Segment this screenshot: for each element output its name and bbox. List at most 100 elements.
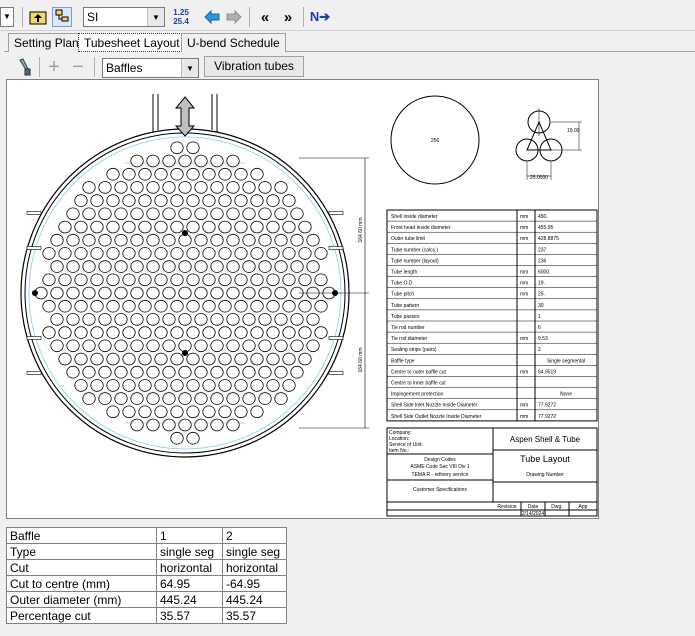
tube	[66, 339, 80, 353]
baffle-2-cell[interactable]: single seg	[222, 543, 287, 560]
properties-table: Shell inside diameter mm 450. Front head in…	[386, 209, 598, 422]
property-value: 19.	[538, 281, 545, 287]
tube	[90, 247, 104, 260]
baffle-results-table: Baffle 1 2 Type single seg single seg Cut horiz…	[6, 527, 287, 624]
tube	[234, 247, 248, 260]
property-name: Tube number (calcs.)	[391, 247, 438, 253]
tube	[210, 365, 224, 379]
tube	[90, 299, 104, 313]
tube	[234, 405, 248, 419]
tube	[266, 379, 280, 392]
tube	[298, 220, 312, 234]
tube	[178, 392, 192, 405]
tab-setting-plan[interactable]: Setting Plan	[8, 33, 85, 52]
row-label-cell: Cut	[6, 559, 157, 576]
tube	[218, 405, 232, 419]
baffle-2-cell[interactable]: horizontal	[222, 559, 287, 576]
baffle-1-cell[interactable]: 35.57	[156, 607, 223, 624]
baffle-2-cell[interactable]: 445.24	[222, 591, 287, 608]
tube	[250, 299, 264, 313]
tube	[114, 207, 128, 221]
vibration-tubes-button[interactable]: Vibration tubes	[204, 56, 304, 77]
tab-u-bend-schedule[interactable]: U-bend Schedule	[181, 33, 286, 52]
add-button[interactable]: +	[44, 56, 64, 78]
tube	[178, 260, 192, 273]
tb-date: Date	[528, 504, 539, 510]
forward-button[interactable]	[224, 7, 244, 27]
property-value: 25.	[538, 292, 545, 298]
unit-set-select[interactable]: SI ▼	[83, 7, 165, 27]
tube	[50, 313, 64, 326]
tubesheet-drawing[interactable]: 164.60 mm 164.60 mm 256 19.00 25.0000 Sh…	[6, 79, 599, 519]
tab-tubesheet-layout[interactable]: Tubesheet Layout	[78, 33, 186, 52]
tube	[66, 233, 80, 247]
row-label-cell: Percentage cut	[6, 607, 157, 624]
baffle-2-cell[interactable]: 35.57	[222, 607, 287, 624]
property-name: Tie rod diameter	[391, 336, 428, 342]
tube	[106, 220, 120, 234]
tube	[314, 247, 328, 260]
property-name: Front head inside diameter	[391, 225, 451, 231]
property-unit: mm	[520, 403, 528, 409]
tube	[154, 220, 168, 234]
tube	[258, 260, 272, 273]
baffle-1-cell[interactable]: 1	[156, 527, 223, 544]
tube	[106, 405, 120, 419]
remove-button[interactable]: −	[68, 56, 88, 78]
tube	[194, 260, 208, 273]
tube	[282, 247, 296, 260]
tube	[234, 352, 248, 366]
sealing-strip	[328, 246, 344, 250]
back-button[interactable]	[202, 7, 222, 27]
property-value: None	[560, 392, 572, 398]
baffle-2-cell[interactable]: -64.95	[222, 575, 287, 592]
tube	[98, 181, 112, 194]
baffle-1-cell[interactable]: 64.95	[156, 575, 223, 592]
tube	[202, 247, 216, 260]
last-button[interactable]: »	[278, 7, 298, 27]
tube	[202, 194, 216, 207]
unit-convert-top: 1.25	[173, 8, 189, 17]
unit-convert-button[interactable]: 1.25 25.4	[170, 6, 192, 28]
tube	[202, 379, 216, 392]
tube	[170, 326, 184, 339]
toolbar-left-combo-edge[interactable]: ▼	[0, 7, 14, 27]
tube	[258, 181, 272, 194]
baffle-2-cell[interactable]: 2	[222, 527, 287, 544]
tube	[226, 181, 240, 194]
tube	[186, 194, 200, 207]
tube	[226, 233, 240, 247]
property-name: Shell Side Outlet Nozzle Inside Diameter	[391, 414, 482, 420]
baffle-1-cell[interactable]: horizontal	[156, 559, 223, 576]
tube	[218, 194, 232, 207]
tube	[170, 352, 184, 366]
tube	[242, 313, 256, 326]
wrench-icon	[19, 58, 31, 76]
edit-tool-button[interactable]	[14, 57, 34, 77]
next-incomplete-button[interactable]: N➔	[309, 7, 331, 27]
folder-up-button[interactable]	[28, 7, 48, 27]
tree-view-button[interactable]	[52, 7, 72, 27]
first-button[interactable]: «	[255, 7, 275, 27]
property-name: Centre to inner baffle cut	[391, 381, 446, 387]
tube	[122, 405, 136, 419]
tube	[154, 299, 168, 313]
property-name: Sealing strips (pairs)	[391, 347, 437, 353]
tube	[162, 233, 176, 247]
layout-item-select[interactable]: Baffles ▼	[102, 58, 199, 78]
tb-item: Item No.:	[389, 448, 409, 454]
tube	[170, 431, 184, 445]
tube	[234, 273, 248, 287]
tube	[210, 207, 224, 221]
tube	[266, 247, 280, 260]
tube	[146, 365, 160, 379]
tube	[186, 431, 200, 445]
baffle-1-cell[interactable]: single seg	[156, 543, 223, 560]
chevron-down-icon: ▼	[147, 8, 164, 26]
tube	[154, 167, 168, 181]
tube	[242, 207, 256, 221]
inlet-nozzle	[152, 94, 218, 137]
back-arrow-icon	[204, 10, 220, 24]
tube	[210, 286, 224, 300]
baffle-1-cell[interactable]: 445.24	[156, 591, 223, 608]
